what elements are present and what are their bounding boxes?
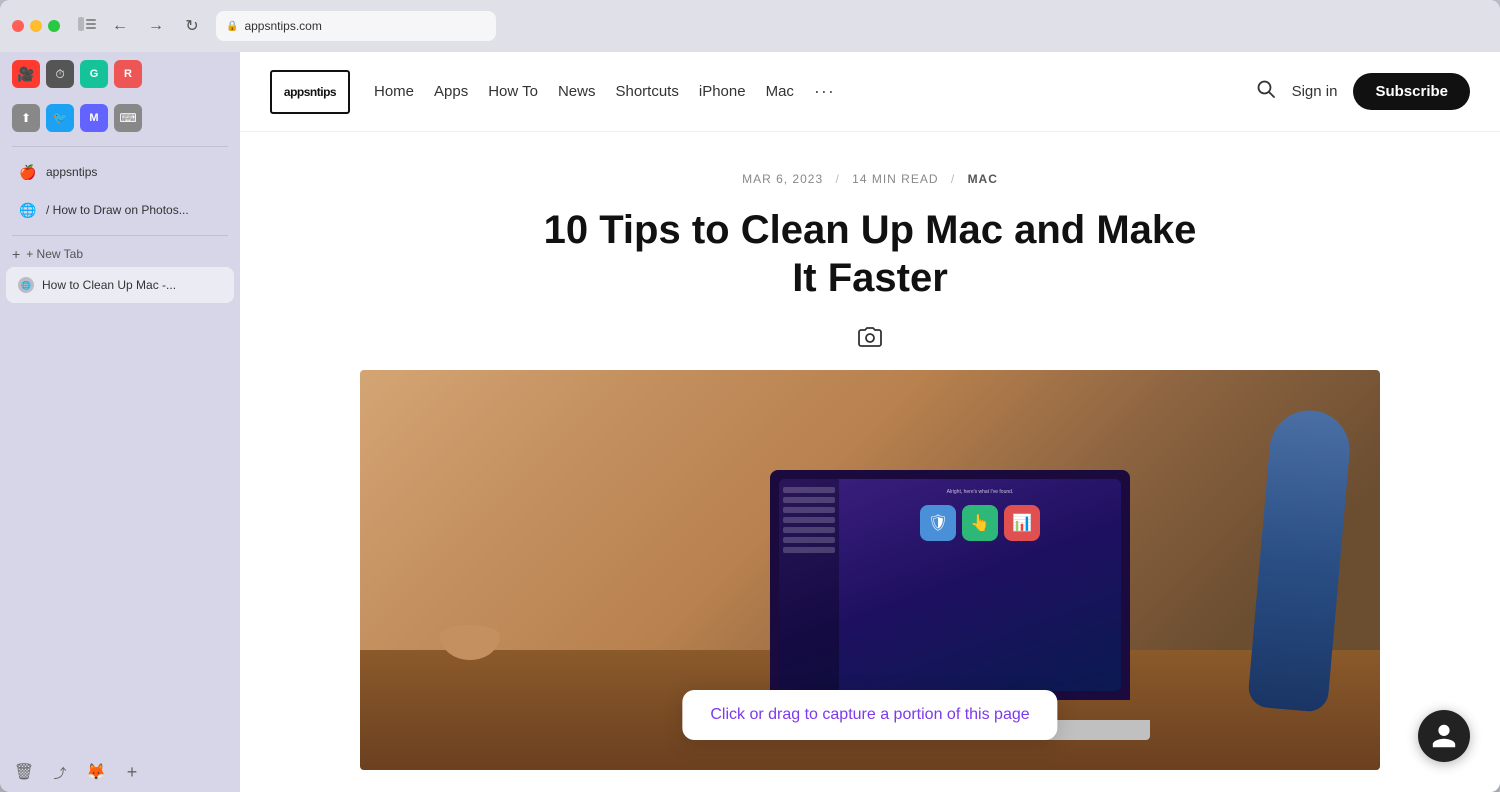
plus-icon: +	[12, 246, 20, 262]
ui-sidebar	[779, 479, 839, 691]
appsntips-favorite[interactable]: 🍎 appsntips	[6, 154, 234, 190]
reeder-app-icon[interactable]: R	[114, 60, 142, 88]
appsntips-favicon: 🍎	[18, 162, 38, 182]
user-avatar-button[interactable]	[1418, 710, 1470, 762]
sidebar-pinned-apps-row2: ⬆ 🐦 M ⌨	[0, 96, 240, 140]
ui-sidebar-item-5	[783, 527, 835, 533]
active-tab-item[interactable]: 🌐 How to Clean Up Mac -...	[6, 267, 234, 303]
article-area: MAR 6, 2023 / 14 MIN READ / MAC 10 Tips …	[240, 132, 1500, 792]
howto-label: / How to Draw on Photos...	[46, 203, 189, 217]
ui-card-blue-icon: 🛡	[928, 513, 948, 533]
ui-sidebar-item-1	[783, 487, 835, 493]
site-logo[interactable]: appsntips	[270, 70, 350, 114]
camera-icon	[858, 326, 882, 354]
site-navbar: appsntips Home Apps How To News Shortcut…	[240, 52, 1500, 132]
article-title: 10 Tips to Clean Up Mac and Make It Fast…	[530, 206, 1210, 302]
howto-nav-link[interactable]: How To	[488, 83, 538, 100]
lock-icon: 🔒	[226, 21, 238, 32]
laptop-screen: Alright, here's what I've found. 🛡 👆	[770, 470, 1130, 700]
content-area: appsntips Home Apps How To News Shortcut…	[240, 52, 1500, 792]
back-button[interactable]: ←	[106, 12, 134, 40]
article-read-time: 14 MIN READ	[852, 172, 938, 186]
ui-card-blue: 🛡	[920, 505, 956, 541]
nav-buttons: ← → ↻	[106, 12, 206, 40]
url-text: appsntips.com	[244, 19, 321, 33]
close-button[interactable]	[12, 20, 24, 32]
address-bar[interactable]: 🔒 appsntips.com	[216, 11, 496, 41]
ui-cards: 🛡 👆 📊	[920, 505, 1040, 541]
facetime-app-icon[interactable]: 🎥	[12, 60, 40, 88]
home-nav-link[interactable]: Home	[374, 83, 414, 100]
new-tab-row[interactable]: + + New Tab	[0, 242, 240, 266]
ui-sidebar-item-4	[783, 517, 835, 523]
site-nav-links: Home Apps How To News Shortcuts iPhone M…	[374, 81, 835, 102]
upload-app-icon[interactable]: ⬆	[12, 104, 40, 132]
active-tab-label: How to Clean Up Mac -...	[42, 278, 176, 292]
article-category: MAC	[968, 172, 998, 186]
howto-favorite[interactable]: 🌐 / How to Draw on Photos...	[6, 192, 234, 228]
laptop-screen-inner: Alright, here's what I've found. 🛡 👆	[779, 479, 1121, 691]
laptop-ui: Alright, here's what I've found. 🛡 👆	[779, 479, 1121, 691]
sidebar-bottom-toolbar: 🗑 ⤴ 🦊 +	[0, 752, 240, 792]
ui-card-red: 📊	[1004, 505, 1040, 541]
traffic-lights	[12, 20, 60, 32]
site-logo-text: appsntips	[284, 85, 336, 99]
clock-app-icon[interactable]: ⏱	[46, 60, 74, 88]
grammarly-app-icon[interactable]: G	[80, 60, 108, 88]
forward-button[interactable]: →	[142, 12, 170, 40]
capture-tooltip[interactable]: Click or drag to capture a portion of th…	[682, 690, 1057, 740]
iphone-nav-link[interactable]: iPhone	[699, 83, 746, 100]
trash-icon[interactable]: 🗑	[12, 760, 36, 784]
meta-separator-2: /	[951, 172, 955, 186]
share-icon[interactable]: ⤴	[48, 760, 72, 784]
ui-card-green-icon: 👆	[970, 513, 990, 533]
firefox-icon[interactable]: 🦊	[84, 760, 108, 784]
ui-sidebar-item-6	[783, 537, 835, 543]
capture-tooltip-text: Click or drag to capture a portion of th…	[710, 706, 1029, 723]
ui-sidebar-item-3	[783, 507, 835, 513]
sign-in-button[interactable]: Sign in	[1292, 83, 1338, 100]
search-icon[interactable]	[1256, 79, 1276, 104]
apps-nav-link[interactable]: Apps	[434, 83, 468, 100]
refresh-button[interactable]: ↻	[178, 12, 206, 40]
subscribe-button[interactable]: Subscribe	[1353, 73, 1470, 110]
keyboard-app-icon[interactable]: ⌨	[114, 104, 142, 132]
ui-sidebar-item-7	[783, 547, 835, 553]
main-layout: 🎥 ⏱ G R ⬆ 🐦 M ⌨ 🍎 appsntips 🌐 / How to D…	[0, 52, 1500, 792]
article-meta: MAR 6, 2023 / 14 MIN READ / MAC	[742, 172, 998, 186]
ui-main-content: Alright, here's what I've found. 🛡 👆	[839, 479, 1121, 691]
news-nav-link[interactable]: News	[558, 83, 596, 100]
twitter-app-icon[interactable]: 🐦	[46, 104, 74, 132]
shortcuts-nav-link[interactable]: Shortcuts	[615, 83, 678, 100]
title-bar: ← → ↻ 🔒 appsntips.com	[0, 0, 1500, 52]
nav-right: Sign in Subscribe	[1256, 73, 1470, 110]
ui-sidebar-item-2	[783, 497, 835, 503]
mastodon-app-icon[interactable]: M	[80, 104, 108, 132]
howto-favicon: 🌐	[18, 200, 38, 220]
appsntips-label: appsntips	[46, 165, 97, 179]
new-tab-label: + New Tab	[26, 247, 83, 261]
sidebar-divider-1	[12, 146, 228, 147]
more-nav-button[interactable]: ···	[814, 81, 835, 102]
article-hero-image: Alright, here's what I've found. 🛡 👆	[360, 370, 1380, 770]
ui-header-text: Alright, here's what I've found.	[947, 489, 1014, 495]
meta-separator-1: /	[835, 172, 839, 186]
sidebar-toggle-icon[interactable]	[78, 17, 96, 36]
add-tab-icon[interactable]: +	[120, 760, 144, 784]
article-date: MAR 6, 2023	[742, 172, 823, 186]
mac-nav-link[interactable]: Mac	[766, 83, 794, 100]
browser-window: ← → ↻ 🔒 appsntips.com 🎥 ⏱ G R ⬆ 🐦 M ⌨	[0, 0, 1500, 792]
active-tab-favicon: 🌐	[18, 277, 34, 293]
fullscreen-button[interactable]	[48, 20, 60, 32]
sidebar-pinned-apps-row1: 🎥 ⏱ G R	[0, 52, 240, 96]
minimize-button[interactable]	[30, 20, 42, 32]
sidebar: 🎥 ⏱ G R ⬆ 🐦 M ⌨ 🍎 appsntips 🌐 / How to D…	[0, 52, 240, 792]
ui-card-green: 👆	[962, 505, 998, 541]
ui-card-red-icon: 📊	[1012, 513, 1032, 533]
sidebar-divider-2	[12, 235, 228, 236]
